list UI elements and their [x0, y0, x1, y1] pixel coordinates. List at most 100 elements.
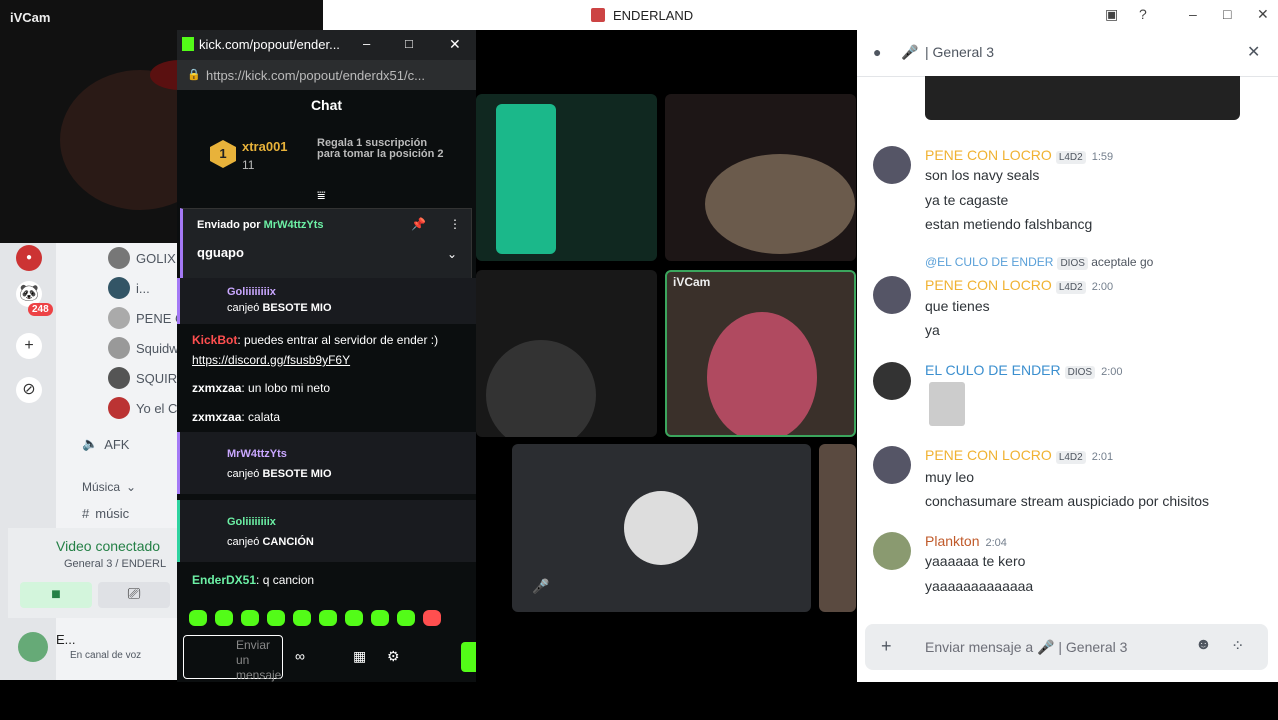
redeem-message: Goliiiiiiiix canjeó BESOTE MIO	[177, 278, 479, 324]
url-text: https://kick.com/popout/enderdx51/c...	[206, 68, 425, 83]
add-server-icon[interactable]: +	[16, 333, 42, 359]
close-icon[interactable]: ✕	[1247, 42, 1260, 62]
member-item[interactable]: SQUIRT	[108, 367, 185, 389]
category-music[interactable]: Música ⌄	[82, 480, 136, 494]
leaderboard-count: 11	[242, 158, 255, 172]
video-tile[interactable]	[476, 270, 657, 437]
pin-icon[interactable]: 📌	[411, 217, 426, 231]
microphone-icon: 🎤	[901, 44, 919, 60]
add-attachment-icon[interactable]: +	[881, 636, 892, 657]
chat-message: zxmxzaa: un lobo mi neto	[192, 381, 331, 395]
avatar	[108, 337, 130, 359]
member-item[interactable]: GOLIX	[108, 247, 176, 269]
window-title: ENDERLAND	[613, 8, 694, 23]
video-tile-avatar[interactable]: 🎤	[512, 444, 811, 612]
kick-titlebar: kick.com/popout/ender... – □ ✕	[177, 30, 476, 60]
avatar	[108, 307, 130, 329]
emote-bar[interactable]	[189, 610, 449, 631]
avatar	[624, 491, 698, 565]
voice-channel-afk[interactable]: 🔈 AFK	[82, 436, 129, 452]
member-item[interactable]: Yo el C	[108, 397, 177, 419]
apps-icon[interactable]: ⁘	[1231, 636, 1244, 656]
avatar[interactable]	[873, 276, 911, 314]
tile-label: iVCam	[673, 275, 711, 289]
leaderboard-promo: Regala 1 suscripción para tomar la posic…	[317, 137, 444, 160]
help-icon[interactable]: ?	[1139, 6, 1147, 22]
inbox-icon[interactable]: ▣	[1105, 6, 1118, 23]
settings-icon[interactable]: ⚙	[387, 648, 400, 665]
maximize-icon[interactable]: □	[1223, 6, 1231, 22]
mention-badge: 248	[28, 303, 53, 316]
message-input-placeholder: Enviar mensaje a 🎤 | General 3	[925, 639, 1128, 655]
chat-message: EnderDX51: q cancion	[192, 573, 315, 587]
maximize-icon[interactable]: □	[405, 36, 413, 51]
channel-chat-panel: ● 🎤 | General 3 ✕ PENE CON LOCRO L4D2 1:59…	[857, 30, 1278, 682]
message-header: EL CULO DE ENDER DIOS 2:00	[925, 362, 1123, 379]
chevron-down-icon: ⌄	[126, 480, 137, 494]
emote-icon[interactable]: ∞	[295, 648, 305, 664]
emoji-icon[interactable]: ☻	[1195, 636, 1212, 654]
leaderboard-user[interactable]: xtra001	[242, 139, 288, 154]
bottom-strip	[0, 682, 1278, 720]
kick-tab-title: kick.com/popout/ender...	[199, 37, 340, 52]
voice-status: Video conectado	[56, 538, 161, 554]
camera-button[interactable]: ■	[20, 582, 92, 608]
image-attachment[interactable]	[925, 76, 1240, 120]
voice-panel: Video conectado General 3 / ENDERL ■ ⎚	[8, 528, 177, 618]
chevron-down-icon[interactable]: ⌄	[447, 247, 457, 261]
speaking-video-tile[interactable]: iVCam	[665, 270, 856, 437]
close-window-icon[interactable]: ✕	[1257, 6, 1269, 23]
muted-mic-icon: 🎤	[532, 578, 550, 594]
text-channel-music[interactable]: # músic	[82, 506, 129, 521]
avatar	[108, 367, 130, 389]
store-icon[interactable]: ▦	[353, 648, 366, 665]
panel-header: ● 🎤 | General 3 ✕	[857, 30, 1278, 77]
video-tile[interactable]	[665, 94, 856, 261]
pinned-text: qguapo	[197, 245, 244, 260]
avatar[interactable]	[873, 446, 911, 484]
message-header: PENE CON LOCRO L4D2 1:59	[925, 147, 1114, 164]
address-bar[interactable]: 🔒 https://kick.com/popout/enderdx51/c...	[177, 60, 476, 90]
pinned-message: Enviado por MrW4ttzYts qguapo 📌 ⋮ ⌄	[180, 208, 472, 280]
video-tile[interactable]	[476, 94, 657, 261]
discord-link[interactable]: https://discord.gg/fsusb9yF6Y	[192, 353, 350, 367]
server-logo-icon	[591, 8, 605, 22]
user-name: E...	[56, 632, 76, 647]
server-icon[interactable]: ●	[16, 245, 42, 271]
close-icon[interactable]: ✕	[449, 36, 461, 53]
redeem-message: MrW4ttzYts canjeó BESOTE MIO	[177, 432, 479, 494]
message-header: Plankton 2:04	[925, 533, 1007, 549]
collapse-icon[interactable]: ⩸	[317, 187, 326, 204]
reply-preview[interactable]: @EL CULO DE ENDER DIOS aceptale go	[925, 255, 1153, 270]
voice-channel-name: General 3 / ENDERL	[64, 558, 167, 570]
kick-chat-window: kick.com/popout/ender... – □ ✕ 🔒 https:/…	[177, 30, 479, 682]
chat-message: zxmxzaa: calata	[192, 410, 281, 424]
avatar[interactable]	[873, 532, 911, 570]
sticker-image[interactable]	[929, 382, 965, 426]
send-button[interactable]	[461, 642, 476, 672]
chat-input[interactable]: Enviar un mensaje	[183, 635, 283, 682]
channel-name: | General 3	[925, 44, 995, 60]
user-status: En canal de voz	[70, 650, 142, 661]
avatar[interactable]	[873, 362, 911, 400]
avatar	[108, 247, 130, 269]
minimize-icon[interactable]: –	[363, 36, 370, 51]
chat-title: Chat	[310, 97, 343, 113]
message-input[interactable]: + Enviar mensaje a 🎤 | General 3 ☻ ⁘	[865, 624, 1268, 670]
message-header: PENE CON LOCRO L4D2 2:01	[925, 447, 1114, 464]
explore-icon[interactable]: ⊘	[16, 377, 42, 403]
lock-icon: 🔒	[187, 69, 201, 81]
member-item[interactable]: PENE C	[108, 307, 184, 329]
kick-logo-icon	[182, 37, 194, 51]
member-item[interactable]: Squidw	[108, 337, 179, 359]
discord-titlebar: ENDERLAND ▣ ? – □ ✕	[323, 0, 1278, 30]
user-avatar[interactable]	[18, 632, 48, 662]
screen-share-button[interactable]: ⎚	[98, 582, 170, 608]
chat-input-placeholder: Enviar un mensaje	[236, 638, 282, 682]
video-tile[interactable]	[819, 444, 856, 612]
redeem-message: Goliiiiiiiix canjeó CANCIÓN	[177, 500, 479, 562]
avatar[interactable]	[873, 146, 911, 184]
member-item[interactable]: i...	[108, 277, 150, 299]
minimize-icon[interactable]: –	[1189, 6, 1197, 22]
more-icon[interactable]: ⋮	[449, 217, 461, 231]
